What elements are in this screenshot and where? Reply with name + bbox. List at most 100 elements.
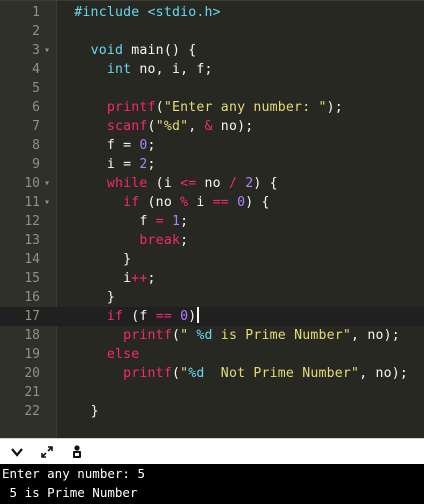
line-code: } bbox=[58, 402, 99, 421]
code-editor[interactable]: 1 #include <stdio.h> 2 3 ▾ void main() {… bbox=[0, 0, 424, 439]
token-punct: ; bbox=[334, 100, 343, 115]
token-text: (no bbox=[139, 195, 181, 210]
output-console[interactable]: Enter any number: 5 5 is Prime Number bbox=[0, 464, 424, 504]
line-code: while (i <= no / 2) { bbox=[58, 174, 278, 193]
code-line-9[interactable]: 9 i = 2; bbox=[0, 155, 424, 174]
line-number: 1 bbox=[32, 5, 40, 20]
fold-toggle-icon[interactable]: ▾ bbox=[44, 193, 50, 212]
code-line-21[interactable]: 21 bbox=[0, 383, 424, 402]
line-number: 13 bbox=[24, 233, 40, 248]
token-operator: <= bbox=[180, 176, 197, 191]
code-line-18[interactable]: 18 printf(" %d is Prime Number", no); bbox=[0, 326, 424, 345]
code-line-11[interactable]: 11 ▾ if (no % i == 0) { bbox=[0, 193, 424, 212]
code-line-6[interactable]: 6 printf("Enter any number: "); bbox=[0, 98, 424, 117]
token-number: 2 bbox=[139, 157, 148, 172]
code-line-7[interactable]: 7 scanf("%d", & no); bbox=[0, 117, 424, 136]
code-line-8[interactable]: 8 f = 0; bbox=[0, 136, 424, 155]
fold-toggle-icon[interactable]: ▾ bbox=[44, 41, 50, 60]
token-keyword: if bbox=[123, 195, 140, 210]
token-operator: & bbox=[204, 119, 213, 134]
token-string: "Enter any number: " bbox=[163, 100, 327, 115]
token-text: (i bbox=[147, 176, 181, 191]
token-format: %d bbox=[196, 328, 213, 343]
token-punct: ( bbox=[147, 119, 156, 134]
token-keyword: break bbox=[139, 233, 181, 248]
token-text: main() { bbox=[123, 43, 197, 58]
line-code: break; bbox=[58, 231, 188, 250]
line-number: 15 bbox=[24, 271, 40, 286]
console-output-line: Enter any number: 5 bbox=[2, 466, 145, 481]
line-code: int no, i, f; bbox=[58, 60, 213, 79]
code-line-2[interactable]: 2 bbox=[0, 22, 424, 41]
token-operator: == bbox=[212, 195, 229, 210]
line-number: 6 bbox=[32, 100, 40, 115]
line-code: } bbox=[58, 250, 131, 269]
code-line-13[interactable]: 13 break; bbox=[0, 231, 424, 250]
code-line-20[interactable]: 20 printf("%d Not Prime Number", no); bbox=[0, 364, 424, 383]
token-punct: ) bbox=[188, 309, 197, 324]
code-line-12[interactable]: 12 f = 1; bbox=[0, 212, 424, 231]
settings-icon[interactable] bbox=[68, 443, 86, 461]
token-text: i = bbox=[106, 157, 140, 172]
token-punct: } bbox=[123, 252, 132, 267]
line-number: 3 bbox=[32, 43, 40, 58]
code-line-5[interactable]: 5 bbox=[0, 79, 424, 98]
code-line-14[interactable]: 14 } bbox=[0, 250, 424, 269]
token-text: ) { bbox=[245, 195, 270, 210]
token-operator: = bbox=[155, 214, 164, 229]
token-punct: ) bbox=[326, 100, 335, 115]
code-line-10[interactable]: 10 ▾ while (i <= no / 2) { bbox=[0, 174, 424, 193]
code-line-16[interactable]: 16 } bbox=[0, 288, 424, 307]
line-number: 14 bbox=[24, 252, 40, 267]
token-text: ) { bbox=[253, 176, 278, 191]
token-punct: } bbox=[90, 404, 99, 419]
line-code: printf("Enter any number: "); bbox=[58, 98, 343, 117]
line-number: 18 bbox=[24, 328, 40, 343]
token-string: is Prime Number" bbox=[212, 328, 352, 343]
console-toolbar bbox=[0, 438, 424, 464]
code-line-22[interactable]: 22 } bbox=[0, 402, 424, 421]
line-code: f = 1; bbox=[58, 212, 188, 231]
token-punct: ( bbox=[171, 366, 181, 381]
line-number: 21 bbox=[24, 385, 40, 400]
line-code: if (no % i == 0) { bbox=[58, 193, 270, 212]
token-keyword: if bbox=[106, 309, 124, 324]
token-number: 1 bbox=[171, 214, 181, 229]
expand-icon[interactable] bbox=[38, 443, 56, 461]
token-string: " bbox=[180, 328, 197, 343]
token-number: 0 bbox=[237, 195, 246, 210]
line-code: f = 0; bbox=[58, 136, 156, 155]
line-code: i++; bbox=[58, 269, 156, 288]
line-number: 19 bbox=[24, 347, 40, 362]
line-code: printf("%d Not Prime Number", no); bbox=[58, 364, 408, 383]
line-number: 7 bbox=[32, 119, 40, 134]
line-code: } bbox=[58, 288, 115, 307]
token-text: no, i, f; bbox=[131, 62, 213, 77]
line-code: printf(" %d is Prime Number", no); bbox=[58, 326, 400, 345]
code-line-15[interactable]: 15 i++; bbox=[0, 269, 424, 288]
token-text: , no); bbox=[351, 328, 400, 343]
token-keyword: while bbox=[106, 176, 148, 191]
fold-toggle-icon[interactable]: ▾ bbox=[44, 174, 50, 193]
token-keyword: else bbox=[106, 347, 140, 362]
code-line-17[interactable]: 17 if (f == 0) bbox=[0, 307, 424, 326]
token-directive: #include <stdio.h> bbox=[74, 5, 221, 20]
line-code: if (f == 0) bbox=[58, 307, 200, 326]
line-number: 5 bbox=[32, 81, 40, 96]
token-type: int bbox=[106, 62, 132, 77]
token-text: f = bbox=[106, 138, 140, 153]
token-punct: , bbox=[188, 119, 205, 134]
line-code: void main() { bbox=[58, 41, 197, 60]
line-code: else bbox=[58, 345, 139, 364]
code-line-1[interactable]: 1 #include <stdio.h> bbox=[0, 3, 424, 22]
code-line-4[interactable]: 4 int no, i, f; bbox=[0, 60, 424, 79]
code-line-3[interactable]: 3 ▾ void main() { bbox=[0, 41, 424, 60]
token-function: scanf bbox=[106, 119, 148, 134]
token-function: printf bbox=[106, 100, 156, 115]
token-punct: ( bbox=[171, 328, 181, 343]
chevron-down-icon[interactable] bbox=[8, 443, 26, 461]
token-punct: ; bbox=[147, 138, 156, 153]
code-lines: 1 #include <stdio.h> 2 3 ▾ void main() {… bbox=[0, 3, 424, 421]
code-line-19[interactable]: 19 else bbox=[0, 345, 424, 364]
